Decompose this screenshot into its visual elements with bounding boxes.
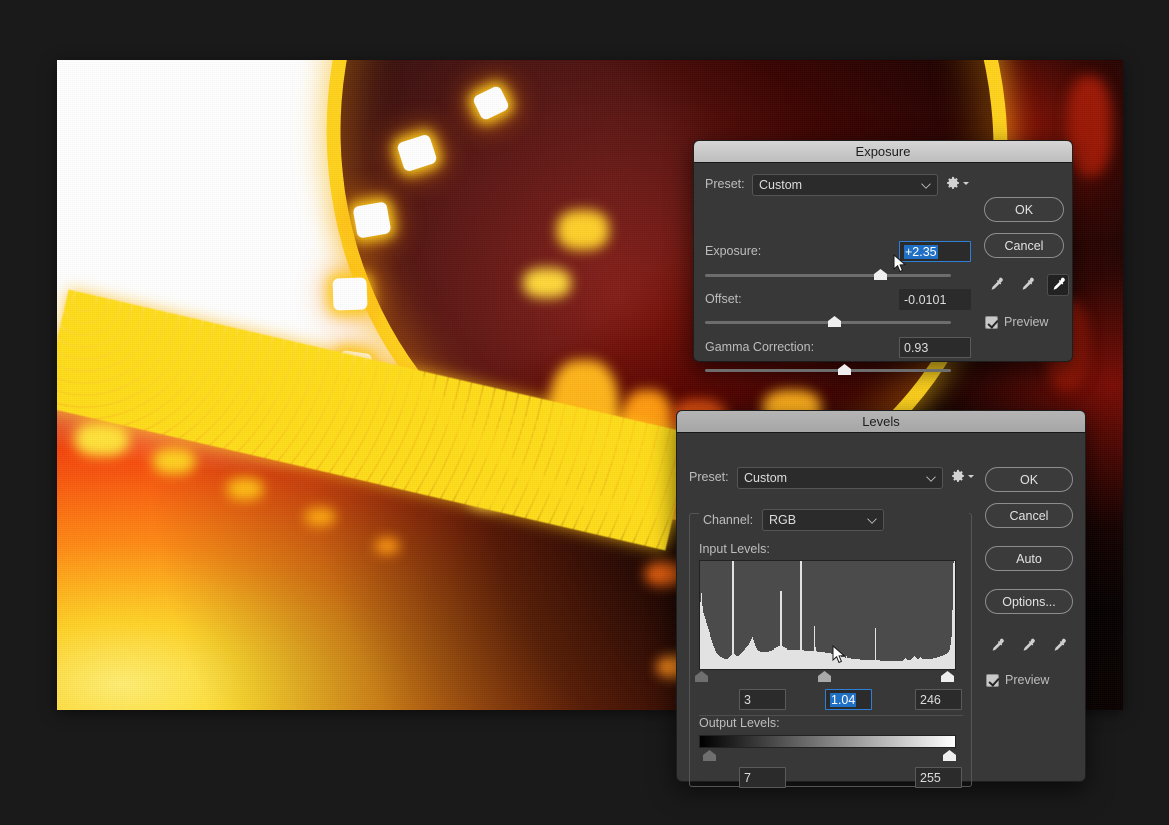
offset-slider-thumb[interactable] [828,316,841,327]
eyedropper-icon [991,277,1003,290]
levels-options-button[interactable]: Options... [985,589,1073,614]
exposure-slider-thumb[interactable] [874,269,887,280]
gamma-correction-value-field[interactable]: 0.93 [899,337,971,358]
levels-cancel-button[interactable]: Cancel [985,503,1073,528]
exposure-preset-label: Preset: [705,177,745,191]
levels-channel-label: Channel: [703,513,754,527]
gear-icon [952,469,964,482]
exposure-eyedropper-group [985,274,1069,296]
exposure-value-field[interactable]: +2.35 [899,241,971,262]
levels-preset-options-gear-button[interactable] [951,469,975,483]
output-levels-label: Output Levels: [699,716,780,730]
checkbox-checked-icon [985,315,998,329]
gear-icon [947,176,959,189]
input-levels-histogram [699,560,956,670]
gamma-correction-slider-track[interactable] [705,369,951,372]
levels-titlebar[interactable]: Levels [677,411,1085,433]
exposure-row-label: Exposure: [705,244,762,258]
eyedropper-icon [992,638,1004,651]
levels-preset-value: Custom [744,471,788,485]
gamma-correction-row-label: Gamma Correction: [705,340,815,354]
input-gamma-field[interactable]: 1.04 [825,689,872,710]
exposure-cancel-button[interactable]: Cancel [984,233,1064,258]
levels-auto-button[interactable]: Auto [985,546,1073,571]
eyedropper-icon [1053,277,1065,290]
output-white-point-field[interactable]: 255 [915,767,962,788]
eyedropper-icon [1023,638,1035,651]
levels-preset-label: Preset: [689,470,729,484]
input-white-point-field[interactable]: 246 [915,689,962,710]
output-black-point-value: 7 [744,770,751,785]
exposure-value: +2.35 [904,244,938,259]
set-gray-point-eyedropper[interactable] [1016,274,1038,296]
input-black-point-field[interactable]: 3 [739,689,786,710]
set-black-point-eyedropper[interactable] [985,274,1007,296]
levels-preset-select[interactable]: Custom [737,467,943,489]
histogram-bar [732,561,734,669]
levels-preview-checkbox[interactable]: Preview [986,673,1049,687]
exposure-dialog[interactable]: Exposure Preset: Custom OK Cancel Exposu… [693,140,1073,375]
exposure-preview-label: Preview [1004,315,1049,329]
exposure-preset-value: Custom [759,178,803,192]
output-white-point-value: 255 [920,770,941,785]
output-black-point-field[interactable]: 7 [739,767,786,788]
eyedropper-icon [1022,277,1034,290]
levels-dialog[interactable]: Levels Preset: Custom OK Cancel Auto Opt… [676,410,1086,788]
levels-ok-button[interactable]: OK [985,467,1073,492]
exposure-title: Exposure [855,144,911,159]
levels-preview-label: Preview [1005,673,1050,687]
input-white-point-value: 246 [920,692,941,707]
input-black-point-value: 3 [744,692,751,707]
output-levels-gradient [699,735,956,748]
set-gray-point-eyedropper[interactable] [1017,635,1039,657]
exposure-preset-select[interactable]: Custom [752,174,938,196]
chevron-down-icon [867,514,877,524]
exposure-slider-track[interactable] [705,274,951,277]
chevron-down-icon [968,475,974,478]
exposure-preview-checkbox[interactable]: Preview [985,315,1048,329]
offset-value-field[interactable]: -0.0101 [899,289,971,310]
levels-channel-value: RGB [769,513,797,527]
set-white-point-eyedropper[interactable] [1047,274,1069,296]
chevron-down-icon [921,179,931,189]
chevron-down-icon [963,182,969,185]
checkbox-checked-icon [986,673,999,687]
eyedropper-icon [1054,638,1066,651]
offset-row-label: Offset: [705,292,742,306]
chevron-down-icon [926,472,936,482]
histogram-bar [954,561,955,669]
exposure-preset-options-gear-button[interactable] [946,176,970,190]
levels-channel-select[interactable]: RGB [762,509,884,531]
set-black-point-eyedropper[interactable] [986,635,1008,657]
levels-eyedropper-group [986,635,1070,657]
input-gamma-value: 1.04 [830,692,857,707]
app-root: Exposure Preset: Custom OK Cancel Exposu… [0,0,1169,825]
set-white-point-eyedropper[interactable] [1048,635,1070,657]
offset-value: -0.0101 [904,292,947,307]
gamma-correction-value: 0.93 [904,340,929,355]
exposure-ok-button[interactable]: OK [984,197,1064,222]
input-levels-label: Input Levels: [699,542,770,556]
exposure-titlebar[interactable]: Exposure [694,141,1072,163]
levels-title: Levels [862,414,900,429]
